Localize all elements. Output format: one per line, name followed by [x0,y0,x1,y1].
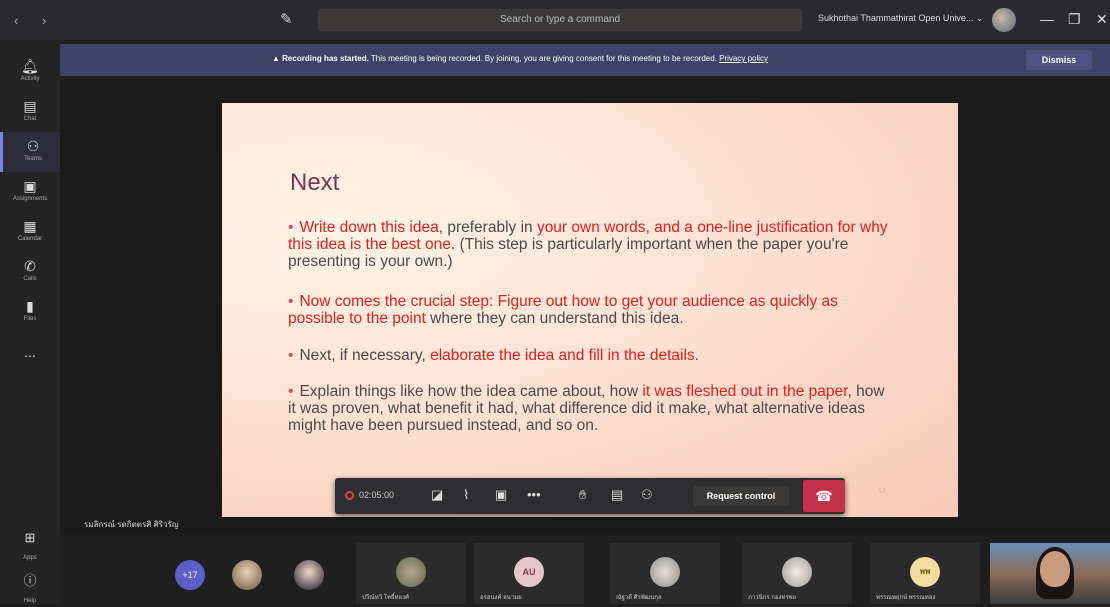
assignments-icon: ▣ [23,178,37,194]
slide-page-number: 13 [878,488,886,495]
rail-item-chat[interactable]: ▤ Chat [0,92,60,132]
participant-name: ปวีณ์ทวี โพธิ์ทองศ์ [362,595,409,601]
participant-name: อรอนงค์ อนามย [480,595,522,601]
compose-icon[interactable]: ✎ [280,10,298,28]
search-input[interactable]: Search or type a command [318,9,802,31]
rail-item-assignments[interactable]: ▣ Assignments [0,172,60,212]
minimize-icon[interactable]: — [1040,11,1054,27]
participant-name: พรรณพฤกษ์ พรรณทอง [876,595,936,601]
rail-label: Calls [23,276,37,282]
participant-avatar [396,557,426,587]
rail-label: Activity [20,76,40,82]
participant-tile[interactable]: ภาวนิกร กองทรพย [742,543,852,604]
bullet-text: Next, if necessary, [299,347,431,364]
dismiss-button[interactable]: Dismiss [1026,50,1092,70]
slide-title: Next [290,169,340,196]
title-bar: ‹ › ✎ Search or type a command Sukhothai… [0,0,1110,40]
warning-icon: ▲ [272,54,280,63]
presenter-name: รมลิกรณ์ รดกิตตรศิ ศิริวรัญ [84,520,179,529]
self-video-tile[interactable] [990,543,1110,604]
banner-message: ▲ Recording has started. This meeting is… [272,54,768,63]
participant-avatar: AU [514,557,544,587]
privacy-policy-link[interactable]: Privacy policy [719,54,768,63]
call-controls: 02:05:00 ◪ ⌇ ▣ ••• ✋︎ ▤ ⚇ Request contro… [335,478,845,514]
close-icon[interactable]: ✕ [1096,11,1108,28]
hang-up-icon: ☎︎ [815,488,833,504]
participant-avatar[interactable] [232,560,262,590]
maximize-icon[interactable]: ❐ [1068,11,1081,28]
file-icon: ▮ [26,298,34,314]
rail-label: Chat [23,116,37,122]
app-rail: 🔔︎ Activity ▤ Chat ⚇ Teams ▣ Assignments… [0,40,63,607]
participant-avatar: พพ [910,557,940,587]
recording-time: 02:05:00 [359,490,395,500]
shared-slide: Next • Write down this idea, preferably i… [222,103,958,517]
share-screen-icon[interactable]: ▣ [495,487,507,503]
rail-label: Files [23,316,37,322]
rail-label: Calendar [17,236,43,242]
video-face [1040,551,1070,587]
bullet-text: , preferably in [438,219,537,236]
participant-tile[interactable]: AU อรอนงค์ อนามย [474,543,584,604]
phone-icon: ✆ [24,258,36,274]
help-icon: ⓘ [23,573,37,588]
calendar-icon: ▦ [23,218,37,234]
chat-icon: ▤ [23,98,37,114]
participant-name: ณัฐวดี ศิรพัฒนกุล [616,595,662,601]
more-actions-icon[interactable]: ••• [527,487,541,502]
raise-hand-icon[interactable]: ✋︎ [579,487,586,503]
teams-icon: ⚇ [26,138,40,154]
hang-up-button[interactable]: ☎︎ [803,480,845,512]
bullet-text: elaborate the idea and fill in the detai… [430,347,695,364]
bullet-text: Explain things like how the idea came ab… [299,383,643,400]
participant-tile[interactable]: พพ พรรณพฤกษ์ พรรณทอง [870,543,980,604]
slide-bullet-3: • Next, if necessary, elaborate the idea … [288,347,699,364]
org-switcher[interactable]: Sukhothai Thammathirat Open Unive... ⌄ [818,13,983,24]
slide-bullet-4: • Explain things like how the idea came a… [288,383,885,434]
banner-bold: Recording has started. [282,54,369,63]
bullet-text: Write down this idea [299,219,439,236]
slide-bullet-2: • Now comes the crucial step: Figure out … [288,293,838,327]
rail-item-calendar[interactable]: ▦ Calendar [0,212,60,252]
participants-icon[interactable]: ⚇ [641,487,653,503]
participant-avatar [650,557,680,587]
apps-icon: ⊞ [24,530,36,545]
rail-item-apps[interactable]: ⊞ Apps [0,530,60,564]
rail-item-activity[interactable]: 🔔︎ Activity [0,52,60,92]
mic-off-icon[interactable]: ⌇ [463,487,469,503]
bullet-text: where they can understand this idea. [425,310,684,327]
request-control-button[interactable]: Request control [693,486,789,506]
camera-off-icon[interactable]: ◪ [431,487,443,503]
bullet-text: . [694,347,699,364]
rail-item-calls[interactable]: ✆ Calls [0,252,60,292]
rail-item-help[interactable]: ⓘ Help [0,570,60,607]
rail-label: Apps [23,555,37,561]
banner-text: This meeting is being recorded. By joini… [368,54,720,63]
participant-tile[interactable]: ปวีณ์ทวี โพธิ์ทองศ์ [356,543,466,604]
slide-bullet-1: • Write down this idea, preferably in you… [288,219,888,270]
bell-icon: 🔔︎ [21,58,39,74]
recording-banner: ▲ Recording has started. This meeting is… [60,44,1110,76]
chat-toggle-icon[interactable]: ▤ [611,487,623,503]
participant-overflow-count[interactable]: +17 [175,560,205,590]
rail-label: Help [23,598,37,604]
nav-arrows[interactable]: ‹ › [14,13,56,28]
participant-avatar[interactable] [294,560,324,590]
participant-avatar [782,557,812,587]
rail-item-files[interactable]: ▮ Files [0,292,60,332]
profile-avatar[interactable] [992,8,1016,32]
rail-label: Teams [24,156,42,162]
bullet-text: it was fleshed out in the paper [642,383,848,400]
participant-name: ภาวนิกร กองทรพย [748,595,797,601]
rail-label: Assignments [12,196,48,202]
participant-tile[interactable]: ณัฐวดี ศิรพัฒนกุล [610,543,720,604]
rail-more-button[interactable]: ... [0,338,60,378]
recording-icon [345,491,354,500]
more-icon: ... [24,344,36,360]
rail-item-teams[interactable]: ⚇ Teams [0,132,63,172]
